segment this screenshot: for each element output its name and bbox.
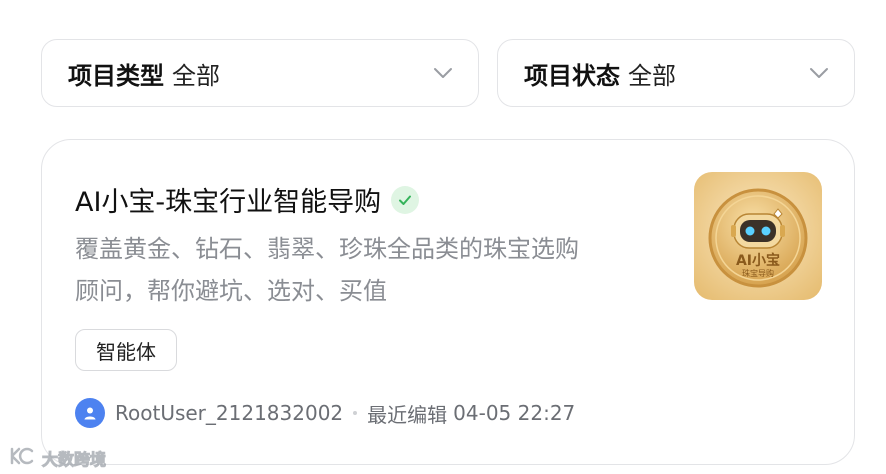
project-type-value: 全部 — [172, 61, 220, 90]
card-description: 覆盖黄金、钻石、翡翠、珍珠全品类的珠宝选购 顾问，帮你避坑、选对、买值 — [75, 228, 675, 312]
card-title-row: AI小宝-珠宝行业智能导购 — [75, 180, 420, 219]
card-description-line: 顾问，帮你避坑、选对、买值 — [75, 277, 387, 305]
thumbnail-subtitle: 珠宝导购 — [742, 269, 774, 278]
user-icon — [75, 398, 105, 428]
chevron-down-icon — [432, 62, 454, 84]
card-tag[interactable]: 智能体 — [75, 329, 177, 371]
last-edited-label: 最近编辑 — [367, 402, 448, 427]
project-type-label: 项目类型 — [68, 61, 164, 90]
thumbnail-title: AI小宝 — [735, 253, 781, 269]
last-edited-date: 04-05 22:27 — [453, 401, 576, 425]
project-status-label: 项目状态 — [524, 61, 620, 90]
card-meta: RootUser_2121832002 最近编辑 04-05 22:27 — [75, 398, 575, 428]
card-author: RootUser_2121832002 — [115, 401, 344, 425]
chevron-down-icon — [808, 62, 830, 84]
watermark: 大数跨境 — [8, 446, 107, 470]
project-type-filter[interactable]: 项目类型 全部 — [41, 39, 479, 107]
card-title: AI小宝-珠宝行业智能导购 — [75, 187, 382, 218]
watermark-text: 大数跨境 — [41, 450, 107, 470]
project-card[interactable]: AI小宝-珠宝行业智能导购 覆盖黄金、钻石、翡翠、珍珠全品类的珠宝选购 顾问，帮… — [41, 139, 855, 465]
project-status-filter[interactable]: 项目状态 全部 — [497, 39, 855, 107]
project-status-value: 全部 — [628, 61, 676, 90]
watermark-logo-icon — [8, 446, 38, 470]
check-icon — [391, 185, 420, 214]
card-description-line: 覆盖黄金、钻石、翡翠、珍珠全品类的珠宝选购 — [75, 235, 579, 263]
meta-separator — [353, 411, 358, 415]
project-thumbnail: AI小宝 珠宝导购 — [694, 172, 822, 300]
